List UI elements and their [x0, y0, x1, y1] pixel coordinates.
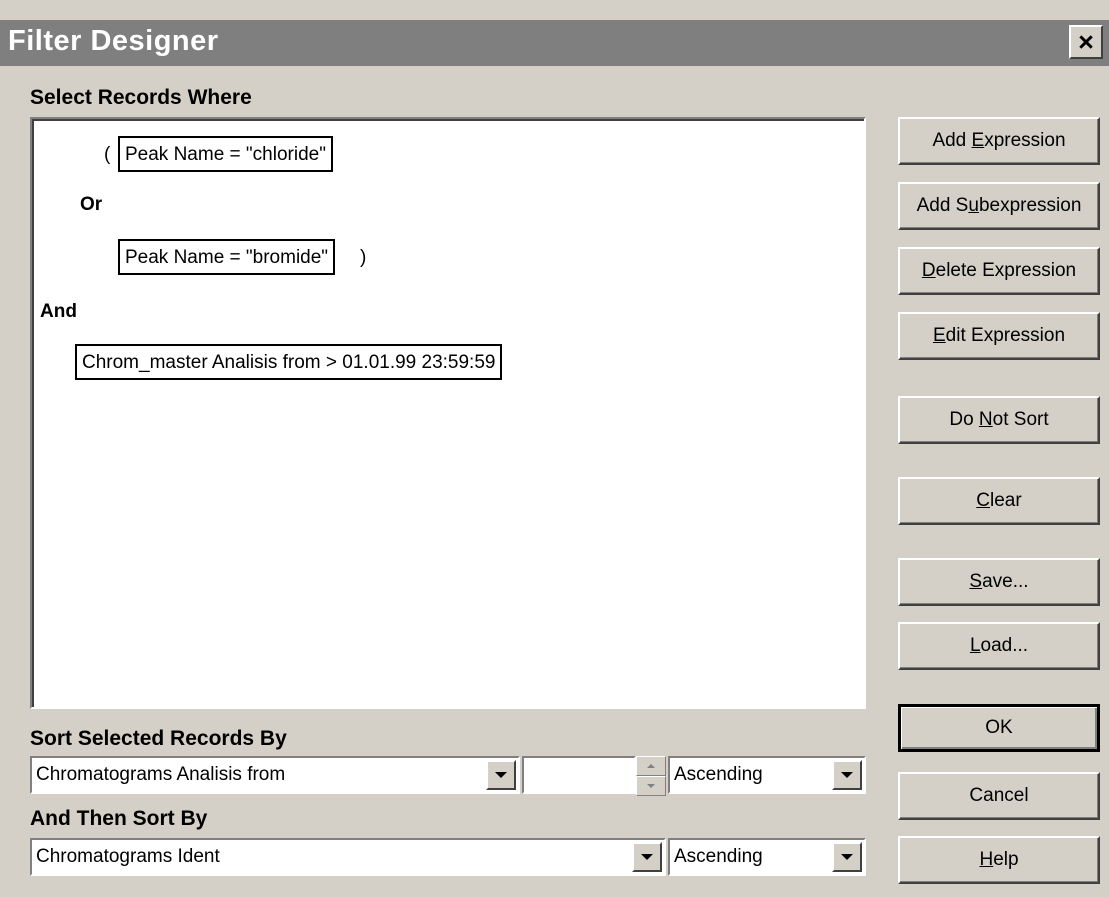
primary-sort-spinner[interactable] — [636, 756, 666, 796]
primary-sort-order-value: Ascending — [674, 764, 763, 785]
help-button[interactable]: Help — [898, 836, 1100, 884]
expression-condition-chloride[interactable]: Peak Name = "chloride" — [118, 136, 333, 172]
chevron-down-icon[interactable] — [486, 760, 516, 790]
close-icon: × — [1078, 26, 1094, 57]
clear-button[interactable]: Clear — [898, 477, 1100, 525]
sort-by-label: Sort Selected Records By — [30, 727, 287, 750]
help-label: Help — [979, 849, 1019, 870]
secondary-sort-field-select[interactable]: Chromatograms Ident — [30, 838, 666, 876]
operator-and[interactable]: And — [40, 301, 77, 323]
secondary-sort-field-value: Chromatograms Ident — [36, 846, 220, 867]
spin-up-icon[interactable] — [636, 756, 666, 776]
chevron-down-icon[interactable] — [632, 842, 662, 872]
do-not-sort-button[interactable]: Do Not Sort — [898, 396, 1100, 444]
save-button[interactable]: Save... — [898, 558, 1100, 606]
add-expression-button[interactable]: Add Expression — [898, 117, 1100, 165]
delete-expression-label: Delete Expression — [921, 260, 1077, 281]
add-subexpression-button[interactable]: Add Subexpression — [898, 182, 1100, 230]
expression-condition-bromide[interactable]: Peak Name = "bromide" — [118, 239, 336, 275]
chevron-down-icon[interactable] — [832, 842, 862, 872]
edit-expression-button[interactable]: Edit Expression — [898, 312, 1100, 360]
clear-label: Clear — [976, 490, 1022, 511]
secondary-sort-order-value: Ascending — [674, 846, 763, 867]
primary-sort-field-value: Chromatograms Analisis from — [36, 764, 286, 785]
chevron-down-icon[interactable] — [832, 760, 862, 790]
expression-list-inner: ( Peak Name = "chloride" Or Peak Name = … — [32, 119, 864, 707]
add-expression-label: Add Expression — [932, 130, 1066, 151]
do-not-sort-label: Do Not Sort — [949, 409, 1049, 430]
delete-expression-button[interactable]: Delete Expression — [898, 247, 1100, 295]
load-button[interactable]: Load... — [898, 622, 1100, 670]
primary-sort-field-select[interactable]: Chromatograms Analisis from — [30, 756, 520, 794]
operator-or[interactable]: Or — [80, 194, 102, 216]
select-records-label: Select Records Where — [30, 86, 252, 109]
window-title: Filter Designer — [8, 25, 219, 57]
primary-sort-order-select[interactable]: Ascending — [668, 756, 866, 794]
load-label: Load... — [969, 635, 1029, 656]
cancel-button[interactable]: Cancel — [898, 772, 1100, 820]
expression-list[interactable]: ( Peak Name = "chloride" Or Peak Name = … — [30, 117, 866, 709]
spin-down-icon[interactable] — [636, 776, 666, 796]
title-bar: Filter Designer × — [0, 20, 1109, 66]
ok-label: OK — [985, 717, 1013, 738]
ok-button[interactable]: OK — [898, 704, 1100, 752]
secondary-sort-order-select[interactable]: Ascending — [668, 838, 866, 876]
expression-condition-date[interactable]: Chrom_master Analisis from > 01.01.99 23… — [75, 344, 503, 380]
edit-expression-label: Edit Expression — [932, 325, 1066, 346]
save-label: Save... — [969, 571, 1029, 592]
open-paren: ( — [104, 144, 111, 165]
then-sort-by-label: And Then Sort By — [30, 807, 208, 830]
add-subexpression-label: Add Subexpression — [916, 195, 1082, 216]
close-paren: ) — [360, 247, 367, 268]
primary-sort-count-input[interactable] — [522, 756, 636, 794]
close-button[interactable]: × — [1069, 25, 1103, 59]
cancel-label: Cancel — [969, 785, 1029, 806]
